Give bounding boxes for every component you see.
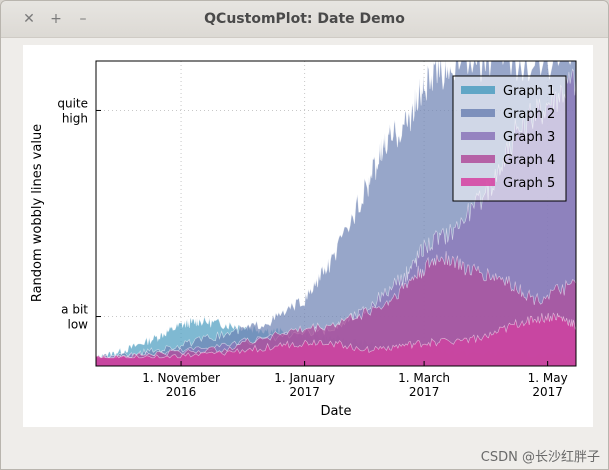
- y-tick-label: quite: [57, 96, 88, 110]
- watermark-text: CSDN @长沙红胖子: [480, 450, 600, 465]
- y-tick-label: high: [62, 111, 88, 125]
- legend-entry: Graph 1: [503, 84, 555, 99]
- x-tick-label: 1. May: [528, 371, 568, 385]
- x-tick-label: 2017: [409, 385, 440, 399]
- x-tick-label: 1. March: [398, 371, 450, 385]
- legend-swatch: [461, 109, 495, 117]
- legend-swatch: [461, 155, 495, 163]
- x-tick-label: 1. November: [142, 371, 220, 385]
- x-tick-label: 2017: [289, 385, 320, 399]
- y-tick-label: low: [68, 318, 89, 332]
- legend-swatch: [461, 132, 495, 140]
- app-window: ✕ + – QCustomPlot: Date Demo 1. November…: [0, 0, 609, 470]
- legend-entry: Graph 2: [503, 107, 555, 122]
- x-tick-label: 1. January: [274, 371, 335, 385]
- window-title: QCustomPlot: Date Demo: [204, 11, 405, 27]
- title-bar[interactable]: ✕ + – QCustomPlot: Date Demo: [1, 1, 608, 38]
- legend-swatch: [461, 86, 495, 94]
- x-tick-label: 2016: [166, 385, 197, 399]
- legend-swatch: [461, 178, 495, 186]
- x-tick-label: 2017: [532, 385, 563, 399]
- legend-entry: Graph 3: [503, 130, 555, 145]
- legend[interactable]: Graph 1 Graph 2 Graph 3 Graph 4 Graph 5: [452, 75, 567, 202]
- legend-entry: Graph 5: [503, 176, 555, 191]
- y-tick-label: a bit: [61, 303, 88, 317]
- x-axis-label: Date: [320, 404, 351, 419]
- legend-entry: Graph 4: [503, 153, 555, 168]
- area-chart: 1. November20161. January20171. March201…: [30, 60, 577, 419]
- y-axis-label: Random wobbly lines value: [30, 124, 45, 302]
- plot-canvas[interactable]: 1. November 2016 1. January 2017 1. March 201…: [23, 45, 593, 427]
